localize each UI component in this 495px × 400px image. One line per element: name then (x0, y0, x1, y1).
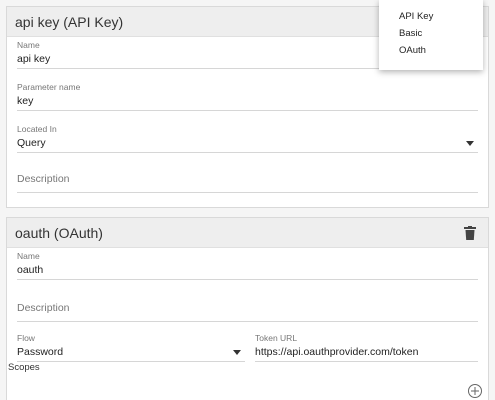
oauth-description-field[interactable]: Description (17, 300, 478, 322)
chevron-down-icon (466, 141, 474, 146)
apikey-card-title: api key (API Key) (15, 13, 124, 30)
apikey-located-select[interactable]: Located In Query (17, 123, 478, 153)
oauth-token-url-field[interactable]: Token URL https://api.oauthprovider.com/… (255, 332, 478, 362)
oauth-card-title: oauth (OAuth) (15, 224, 103, 241)
trash-icon[interactable] (464, 226, 476, 240)
oauth-name-label: Name (17, 251, 40, 261)
menu-item-basic[interactable]: Basic (379, 25, 483, 42)
menu-item-api-key[interactable]: API Key (379, 8, 483, 25)
apikey-located-label: Located In (17, 124, 57, 134)
apikey-located-value: Query (17, 137, 46, 149)
apikey-param-input[interactable]: key (17, 93, 478, 109)
oauth-card-header[interactable]: oauth (OAuth) (7, 218, 488, 248)
add-scope-icon[interactable] (468, 384, 482, 398)
chevron-down-icon (233, 350, 241, 355)
apikey-description-field[interactable]: Description (17, 171, 478, 193)
apikey-param-label: Parameter name (17, 82, 81, 92)
oauth-name-input[interactable]: oauth (17, 262, 478, 278)
security-type-menu: API Key Basic OAuth (379, 0, 483, 70)
oauth-scopes-label: Scopes (8, 362, 40, 373)
oauth-description-input[interactable]: Description (17, 300, 478, 316)
oauth-name-field[interactable]: Name oauth (17, 250, 478, 280)
oauth-token-url-label: Token URL (255, 333, 298, 343)
menu-item-oauth[interactable]: OAuth (379, 42, 483, 59)
apikey-param-field[interactable]: Parameter name key (17, 81, 478, 111)
oauth-flow-label: Flow (17, 333, 35, 343)
oauth-token-url-input[interactable]: https://api.oauthprovider.com/token (255, 344, 478, 360)
oauth-flow-select[interactable]: Flow Password (17, 332, 245, 362)
oauth-flow-value: Password (17, 346, 64, 358)
apikey-description-input[interactable]: Description (17, 171, 478, 187)
oauth-security-card: oauth (OAuth) Name oauth Description Flo… (6, 217, 489, 400)
